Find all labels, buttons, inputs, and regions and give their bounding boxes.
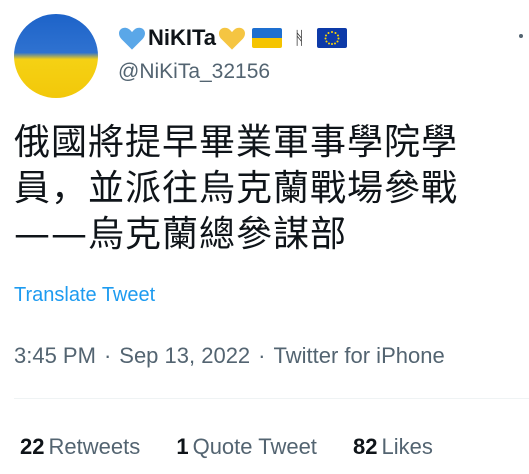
quotes-label: Quote Tweet: [192, 434, 317, 459]
more-options-icon[interactable]: [519, 34, 523, 38]
meta-separator: ·: [103, 343, 112, 368]
display-name-row[interactable]: NiKITa ᚻ: [118, 22, 529, 54]
retweets-label: Retweets: [48, 434, 141, 459]
likes-stat[interactable]: 82 Likes: [353, 434, 433, 460]
display-name[interactable]: NiKITa: [148, 25, 216, 51]
tweet-source[interactable]: Twitter for iPhone: [274, 343, 445, 368]
tweet-text: 俄國將提早畢業軍事學院學員，並派往烏克蘭戰場參戰——烏克蘭總參謀部: [14, 122, 459, 255]
tweet-time[interactable]: 3:45 PM: [14, 343, 96, 368]
eu-flag-icon: [316, 28, 347, 48]
ukraine-flag-icon: [252, 28, 283, 48]
blue-heart-icon: [119, 27, 145, 50]
quote-tweets-stat[interactable]: 1 Quote Tweet: [176, 434, 317, 460]
tweet-header: NiKITa ᚻ @NiKiTa_32156: [118, 22, 529, 84]
yellow-heart-icon: [219, 27, 246, 50]
likes-label: Likes: [381, 434, 433, 459]
tweet-metadata: 3:45 PM · Sep 13, 2022 · Twitter for iPhone: [14, 343, 445, 369]
meta-separator: ·: [258, 343, 266, 368]
rune-icon: ᚻ: [294, 27, 305, 49]
user-handle[interactable]: @NiKiTa_32156: [118, 60, 529, 84]
tweet-stats: 22 Retweets 1 Quote Tweet 82 Likes: [20, 434, 463, 460]
likes-count: 82: [353, 434, 378, 459]
translate-tweet-link[interactable]: Translate Tweet: [14, 284, 155, 307]
divider: [14, 398, 529, 399]
quotes-count: 1: [176, 434, 189, 459]
tweet-date[interactable]: Sep 13, 2022: [119, 343, 250, 368]
retweets-stat[interactable]: 22 Retweets: [20, 434, 140, 460]
retweets-count: 22: [20, 434, 45, 459]
avatar[interactable]: [14, 14, 98, 98]
